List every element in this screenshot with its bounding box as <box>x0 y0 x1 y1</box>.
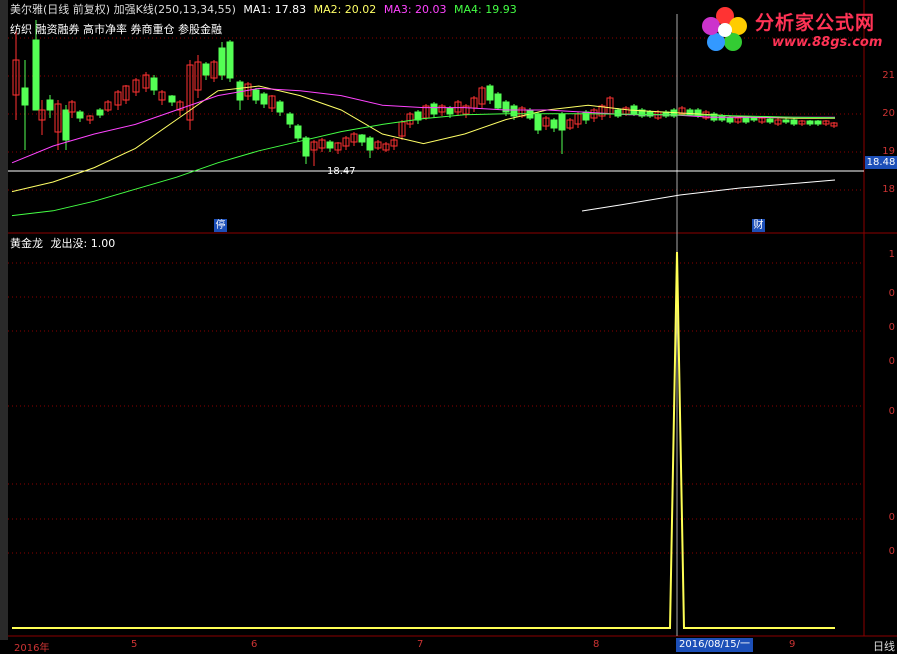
cursor-date-badge: 2016/08/15/一 <box>676 638 754 652</box>
chart-window[interactable]: 美尔雅(日线 前复权) 加强K线(250,13,34,55) MA1: 17.8… <box>0 0 897 654</box>
candle-body <box>646 111 654 117</box>
price-level: 18 <box>882 184 895 195</box>
suspension-marker[interactable]: 停 <box>214 219 227 232</box>
month-label: 9 <box>789 639 796 650</box>
period-label[interactable]: 日线 <box>873 638 895 654</box>
ma1-value: MA1: 17.83 <box>243 3 307 16</box>
candle-body <box>366 137 374 151</box>
ma-line-ma2 <box>11 85 835 193</box>
candle-body <box>494 93 502 109</box>
candle-body <box>96 109 104 116</box>
concept-tags: 纺织 融资融券 高市净率 券商重仓 参股金融 <box>10 23 222 36</box>
candle-body <box>806 120 814 125</box>
ma2-value: MA2: 20.02 <box>313 3 377 16</box>
candle-body <box>62 109 70 141</box>
ma-line-ma3 <box>11 87 835 164</box>
candle-body <box>32 39 40 111</box>
candle-body <box>76 111 84 119</box>
candle-body <box>286 113 294 125</box>
watermark-title: 分析家公式网 <box>755 12 876 34</box>
price-level: 20 <box>882 108 895 119</box>
indicator-level: 0 <box>888 512 895 523</box>
candle-body <box>294 125 302 139</box>
candle-body <box>718 115 726 121</box>
indicator-line-longchumo <box>12 251 835 629</box>
chart-canvas[interactable] <box>0 0 897 654</box>
ma-line-ma1 <box>581 179 836 212</box>
indicator-level: 0 <box>888 546 895 557</box>
candle-body <box>202 63 210 76</box>
candle-body <box>430 103 438 115</box>
current-price-badge: 18.48 <box>865 156 897 169</box>
month-label: 7 <box>417 639 424 650</box>
indicator-title: 黄金龙 <box>10 237 43 250</box>
candle-body <box>582 111 590 121</box>
candle-body <box>260 93 268 105</box>
candle-body <box>742 117 750 123</box>
candle-body <box>814 120 822 125</box>
indicator-level: 0 <box>888 356 895 367</box>
candle-body <box>782 119 790 123</box>
min-price-label: 18.47 <box>327 166 356 177</box>
candle-body <box>276 101 284 113</box>
chart-header: 美尔雅(日线 前复权) 加强K线(250,13,34,55) MA1: 17.8… <box>10 3 517 16</box>
candle-body <box>168 95 176 103</box>
indicator-header: 黄金龙 龙出没: 1.00 <box>10 237 115 250</box>
candle-body <box>150 77 158 91</box>
candle-body <box>558 113 566 131</box>
candle-body <box>46 99 54 111</box>
month-label: 8 <box>593 639 600 650</box>
candle-body <box>21 87 29 106</box>
month-label: 5 <box>131 639 138 650</box>
price-level: 21 <box>882 70 895 81</box>
month-label: 6 <box>251 639 258 650</box>
indicator-level: 1 <box>888 249 895 260</box>
indicator-level: 0 <box>888 322 895 333</box>
candle-body <box>446 107 454 115</box>
indicator-level: 0 <box>888 288 895 299</box>
candle-body <box>726 117 734 123</box>
ma3-value: MA3: 20.03 <box>383 3 447 16</box>
ma4-value: MA4: 19.93 <box>454 3 517 16</box>
candle-body <box>766 118 774 123</box>
finance-marker[interactable]: 财 <box>752 219 765 232</box>
indicator-value: 龙出没: 1.00 <box>50 237 116 250</box>
candle-body <box>534 113 542 131</box>
candle-body <box>358 134 366 143</box>
candle-body <box>226 41 234 79</box>
candle-body <box>550 119 558 129</box>
ma-line-ma4 <box>11 113 836 217</box>
indicator-name: 加强K线(250,13,34,55) <box>113 3 236 16</box>
year-label: 2016年 <box>14 643 50 654</box>
flower-icon <box>700 4 750 54</box>
watermark-url: www.88gs.com <box>772 35 883 50</box>
candle-body <box>486 85 494 101</box>
stock-title: 美尔雅(日线 前复权) <box>10 3 111 16</box>
candle-body <box>750 117 758 121</box>
candle-body <box>218 47 226 76</box>
candle-body <box>510 105 518 117</box>
candle-body <box>252 89 260 101</box>
indicator-level: 0 <box>888 406 895 417</box>
candle-body <box>614 109 622 117</box>
side-tab-strip[interactable] <box>0 0 8 640</box>
candle-body <box>790 119 798 125</box>
candle-body <box>326 141 334 149</box>
watermark-logo: 分析家公式网 www.88gs.com <box>700 4 895 56</box>
